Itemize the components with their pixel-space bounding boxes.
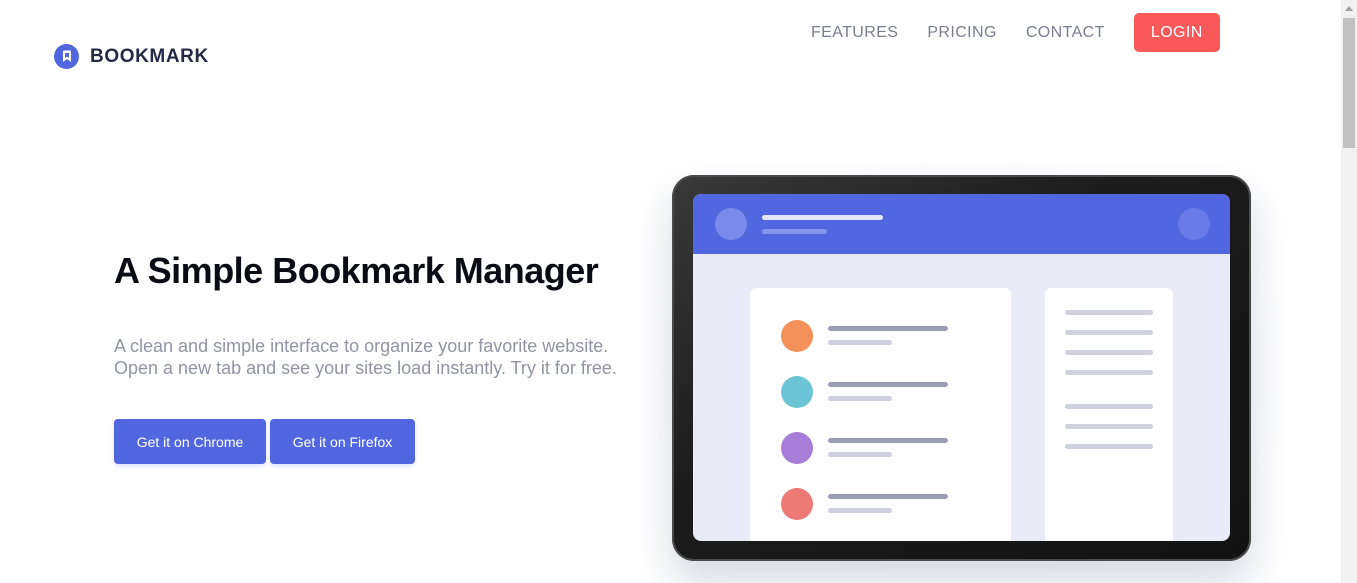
mock-list-dot <box>781 488 813 520</box>
hero-title: A Simple Bookmark Manager <box>114 250 599 291</box>
mock-sidebar-line <box>1065 370 1153 375</box>
bookmark-logo-icon <box>54 44 79 69</box>
mock-list-dot <box>781 432 813 464</box>
get-chrome-button[interactable]: Get it on Chrome <box>114 419 266 464</box>
tablet-screen <box>693 194 1230 541</box>
mock-subtitle-line <box>762 229 827 234</box>
mock-sidebar-line <box>1065 310 1153 315</box>
nav-features[interactable]: FEATURES <box>811 13 898 52</box>
mock-list-subline <box>828 340 892 345</box>
mock-sidebar-line <box>1065 424 1153 429</box>
mock-list-subline <box>828 452 892 457</box>
mock-sidebar-line <box>1065 330 1153 335</box>
main-nav: FEATURES PRICING CONTACT LOGIN <box>796 13 1220 52</box>
hero-description: A clean and simple interface to organize… <box>114 336 617 378</box>
mock-menu-circle <box>1178 208 1210 240</box>
mock-list-dot <box>781 376 813 408</box>
get-firefox-button[interactable]: Get it on Firefox <box>270 419 415 464</box>
scroll-up-arrow-icon[interactable] <box>1341 0 1357 16</box>
tablet-illustration <box>672 175 1251 561</box>
scrollbar-thumb[interactable] <box>1343 18 1355 148</box>
landing-page: BOOKMARK FEATURES PRICING CONTACT LOGIN … <box>0 0 1341 583</box>
login-button[interactable]: LOGIN <box>1133 13 1220 52</box>
mock-sidebar-card <box>1045 288 1173 541</box>
mock-list-line <box>828 382 948 387</box>
mock-list-subline <box>828 396 892 401</box>
nav-pricing[interactable]: PRICING <box>927 13 996 52</box>
mock-list-line <box>828 438 948 443</box>
vertical-scrollbar[interactable] <box>1341 0 1357 583</box>
mock-sidebar-line <box>1065 444 1153 449</box>
mock-sidebar-line <box>1065 350 1153 355</box>
mock-list-subline <box>828 508 892 513</box>
mock-title-line <box>762 215 883 220</box>
mock-list-line <box>828 326 948 331</box>
mock-bookmark-list <box>750 288 1011 541</box>
mock-list-dot <box>781 320 813 352</box>
logo-text: BOOKMARK <box>90 45 209 67</box>
logo[interactable]: BOOKMARK <box>54 44 209 69</box>
mock-sidebar-line <box>1065 404 1153 409</box>
mock-app-bar <box>693 194 1230 254</box>
nav-contact[interactable]: CONTACT <box>1026 13 1105 52</box>
mock-avatar <box>715 208 747 240</box>
mock-list-line <box>828 494 948 499</box>
